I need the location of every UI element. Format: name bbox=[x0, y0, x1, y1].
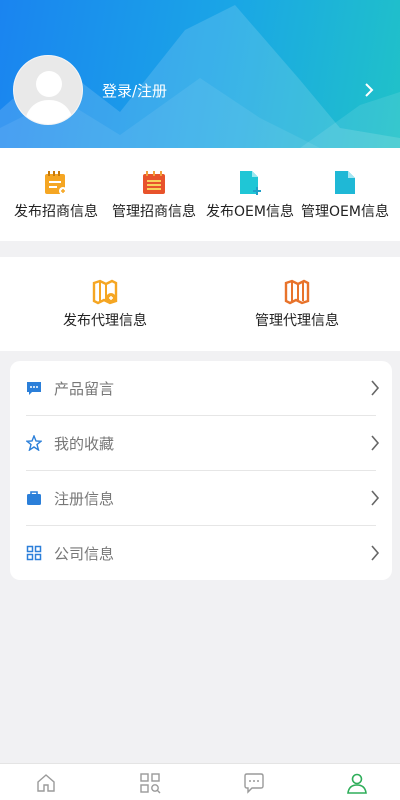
publish-agent-map-icon bbox=[92, 279, 118, 305]
tab-home[interactable] bbox=[34, 771, 58, 795]
manage-recruit-icon bbox=[141, 170, 167, 196]
grid-item-publish-recruit[interactable]: 发布招商信息 bbox=[8, 170, 104, 221]
menu-list: 产品留言 我的收藏 注册信息 公司信息 bbox=[10, 361, 392, 580]
message-icon bbox=[26, 380, 42, 396]
menu-item-label: 公司信息 bbox=[54, 544, 115, 563]
briefcase-icon bbox=[26, 490, 42, 506]
menu-item-product-message[interactable]: 产品留言 bbox=[26, 361, 380, 415]
chevron-right-icon bbox=[371, 490, 380, 506]
grid-item-label: 发布OEM信息 bbox=[206, 204, 294, 220]
menu-item-favorites[interactable]: 我的收藏 bbox=[26, 416, 380, 470]
grid-item-manage-agent[interactable]: 管理代理信息 bbox=[247, 279, 347, 330]
menu-item-label: 产品留言 bbox=[54, 379, 115, 398]
login-register-link[interactable]: 登录/注册 bbox=[102, 80, 167, 101]
menu-item-label: 注册信息 bbox=[54, 489, 115, 508]
avatar-placeholder-icon bbox=[24, 71, 74, 124]
grid-item-label: 管理招商信息 bbox=[112, 204, 196, 220]
publish-oem-icon bbox=[237, 170, 263, 196]
grid-item-label: 发布代理信息 bbox=[63, 313, 147, 329]
grid-item-label: 发布招商信息 bbox=[14, 204, 98, 220]
grid-item-label: 管理代理信息 bbox=[255, 313, 339, 329]
avatar[interactable] bbox=[13, 55, 83, 125]
menu-item-company-info[interactable]: 公司信息 bbox=[26, 526, 380, 580]
category-icon bbox=[140, 773, 161, 794]
chevron-right-icon bbox=[371, 380, 380, 396]
chat-icon bbox=[244, 773, 264, 794]
star-icon bbox=[26, 435, 42, 451]
agent-card: 发布代理信息 管理代理信息 bbox=[0, 257, 400, 351]
tab-user[interactable] bbox=[345, 771, 369, 795]
grid-item-publish-oem[interactable]: 发布OEM信息 bbox=[204, 170, 296, 221]
bottom-tab-bar bbox=[0, 763, 400, 800]
chevron-right-icon bbox=[371, 545, 380, 561]
tab-category[interactable] bbox=[138, 771, 162, 795]
grid-item-manage-oem[interactable]: 管理OEM信息 bbox=[298, 170, 392, 221]
menu-item-registration-info[interactable]: 注册信息 bbox=[26, 471, 380, 525]
recruit-oem-card: 发布招商信息 管理招商信息 发布OEM信息 管理OEM信息 bbox=[0, 148, 400, 241]
grid-icon bbox=[26, 545, 42, 561]
grid-item-manage-recruit[interactable]: 管理招商信息 bbox=[106, 170, 202, 221]
profile-header: 登录/注册 bbox=[0, 0, 400, 148]
manage-oem-icon bbox=[332, 170, 358, 196]
tab-chat[interactable] bbox=[242, 771, 266, 795]
menu-item-label: 我的收藏 bbox=[54, 434, 115, 453]
publish-recruit-icon bbox=[43, 170, 69, 196]
grid-item-publish-agent[interactable]: 发布代理信息 bbox=[55, 279, 155, 330]
manage-agent-map-icon bbox=[284, 279, 310, 305]
user-icon bbox=[347, 773, 367, 794]
chevron-right-icon[interactable] bbox=[362, 82, 376, 98]
grid-item-label: 管理OEM信息 bbox=[301, 204, 389, 220]
chevron-right-icon bbox=[371, 435, 380, 451]
home-icon bbox=[37, 774, 55, 792]
